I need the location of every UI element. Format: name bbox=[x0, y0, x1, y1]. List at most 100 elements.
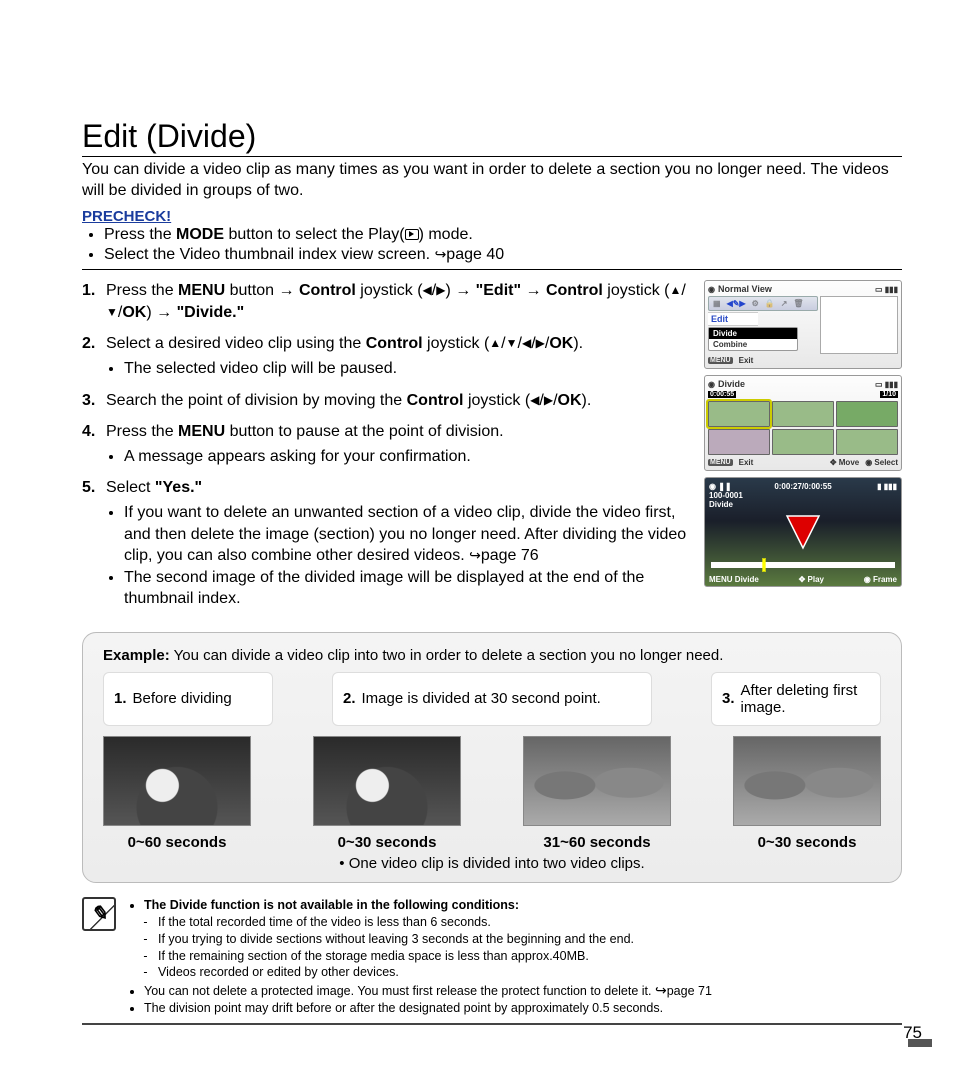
ref-arrow-icon bbox=[435, 246, 447, 263]
t: → bbox=[521, 282, 546, 299]
example-heading: Example: You can divide a video clip int… bbox=[103, 647, 881, 664]
caption: 31~60 seconds bbox=[543, 834, 650, 851]
t: MENU bbox=[178, 282, 225, 299]
notes-section: ✎ The Divide function is not available i… bbox=[82, 897, 902, 1025]
screen-title: Normal View bbox=[718, 284, 772, 294]
ref-arrow-icon bbox=[655, 984, 667, 998]
step-5: 5. Select "Yes." If you want to delete a… bbox=[82, 477, 696, 610]
thumbnail bbox=[836, 429, 898, 455]
n: 1. bbox=[114, 690, 127, 707]
t: Press the bbox=[104, 226, 176, 243]
note-main-3: The division point may drift before or a… bbox=[144, 1000, 712, 1017]
instruction-steps: 1. Press the MENU button → Control joyst… bbox=[82, 280, 696, 620]
screenshot-divide-playback: ◉ ❚❚ ▮ ▮▮▮ 0:00:27/0:00:55 100-0001 Divi… bbox=[704, 477, 902, 587]
t: ). bbox=[582, 392, 592, 409]
protect-icon: 🔒 bbox=[765, 299, 775, 308]
thumbnail bbox=[772, 401, 834, 427]
note-icon: ✎ bbox=[82, 897, 116, 931]
arrow-icon: → bbox=[156, 304, 172, 321]
precheck-item-2: Select the Video thumbnail index view sc… bbox=[104, 245, 902, 266]
substep: If you want to delete an unwanted sectio… bbox=[124, 502, 696, 567]
ref-arrow-icon bbox=[469, 547, 481, 564]
grid-icon: ▦ bbox=[713, 299, 721, 308]
step-3: 3. Search the point of division by movin… bbox=[82, 390, 696, 412]
right-icon: ▶ bbox=[544, 392, 553, 408]
example-col-1: 0~60 seconds bbox=[103, 736, 251, 851]
example-step-2: 2.Image is divided at 30 second point. bbox=[332, 672, 652, 726]
thumbnail bbox=[708, 401, 770, 427]
menu-button-label: MENU bbox=[708, 357, 733, 364]
t: Select bbox=[106, 479, 155, 496]
caption: 0~30 seconds bbox=[338, 834, 437, 851]
select-label: Select bbox=[874, 458, 898, 467]
arrow-icon: → bbox=[279, 282, 295, 299]
toolbar: ▦◀✎▶⚙🔒↗🗑 bbox=[708, 296, 818, 311]
battery-icon: ▭ ▮▮▮ bbox=[875, 285, 898, 294]
exit-label: Exit bbox=[739, 356, 754, 365]
exit-label: Exit bbox=[739, 458, 754, 467]
t: After deleting first image. bbox=[741, 682, 870, 716]
timecode-label: 0:00:55 bbox=[708, 391, 736, 398]
menu-button-label: MENU bbox=[708, 459, 733, 466]
precheck-item-1: Press the MODE button to select the Play… bbox=[104, 225, 902, 246]
trash-icon: 🗑 bbox=[793, 299, 803, 308]
step-num: 5. bbox=[82, 477, 95, 499]
step-1: 1. Press the MENU button → Control joyst… bbox=[82, 280, 696, 323]
camera-icon: ◉ ❚❚ bbox=[709, 482, 732, 491]
seek-bar bbox=[711, 562, 895, 568]
t: Press the bbox=[106, 282, 178, 299]
substep: The second image of the divided image wi… bbox=[124, 567, 696, 610]
gear-icon: ⚙ bbox=[752, 299, 759, 308]
t: MENU bbox=[178, 423, 225, 440]
t: joystick ( bbox=[464, 392, 531, 409]
right-icon: ▶ bbox=[536, 335, 545, 351]
mode-label: Divide bbox=[709, 500, 897, 509]
t: joystick ( bbox=[423, 335, 490, 352]
timecode-label: 0:00:27/0:00:55 bbox=[774, 482, 831, 491]
down-icon: ▼ bbox=[506, 335, 518, 351]
note-sub: Videos recorded or edited by other devic… bbox=[158, 964, 712, 981]
t: Control bbox=[366, 335, 423, 352]
t: OK bbox=[549, 335, 573, 352]
t: Select the Video thumbnail index view sc… bbox=[104, 246, 435, 263]
t: page 71 bbox=[667, 984, 712, 998]
t: button bbox=[225, 282, 278, 299]
t: joystick ( bbox=[607, 282, 669, 299]
t: If you want to delete an unwanted sectio… bbox=[124, 504, 686, 564]
n: 3. bbox=[722, 690, 735, 707]
t: You can not delete a protected image. Yo… bbox=[144, 984, 655, 998]
t: Image is divided at 30 second point. bbox=[362, 690, 601, 707]
menu-item-combine: Combine bbox=[709, 339, 797, 350]
note-sub: If you trying to divide sections without… bbox=[158, 931, 712, 948]
up-icon: ▲ bbox=[489, 335, 501, 351]
thumbnail bbox=[708, 429, 770, 455]
step-num: 2. bbox=[82, 333, 95, 355]
menu-button-label: MENU bbox=[709, 575, 733, 584]
t: OK bbox=[558, 392, 582, 409]
preview-panel bbox=[820, 296, 898, 354]
t: MODE bbox=[176, 226, 224, 243]
edit-menu: Divide Combine bbox=[708, 327, 798, 351]
t: "Edit" bbox=[471, 282, 521, 299]
down-icon: ▼ bbox=[106, 304, 118, 320]
t: The Divide function is not available in … bbox=[144, 898, 519, 912]
device-screenshots: ◉ Normal View ▭ ▮▮▮ ▦◀✎▶⚙🔒↗🗑 Edit Divide… bbox=[704, 280, 902, 620]
t: ) bbox=[146, 304, 156, 321]
t: ) bbox=[445, 282, 455, 299]
example-step-3: 3. After deleting first image. bbox=[711, 672, 881, 726]
t: Control bbox=[407, 392, 464, 409]
example-col-3: 0~30 seconds bbox=[733, 736, 881, 851]
battery-icon: ▭ ▮▮▮ bbox=[875, 380, 898, 389]
note-sub: If the total recorded time of the video … bbox=[158, 914, 712, 931]
example-col-2a: 0~30 seconds bbox=[313, 736, 461, 851]
active-tab-label: Edit bbox=[708, 312, 758, 326]
t: Control bbox=[299, 282, 356, 299]
t: Before dividing bbox=[133, 690, 232, 707]
thumbnail bbox=[772, 429, 834, 455]
precheck-list: Press the MODE button to select the Play… bbox=[82, 225, 902, 271]
t: ) mode. bbox=[419, 226, 473, 243]
page-title: Edit (Divide) bbox=[82, 118, 902, 157]
example-image-flower bbox=[103, 736, 251, 826]
step-4: 4. Press the MENU button to pause at the… bbox=[82, 421, 696, 467]
t: "Yes." bbox=[155, 479, 202, 496]
